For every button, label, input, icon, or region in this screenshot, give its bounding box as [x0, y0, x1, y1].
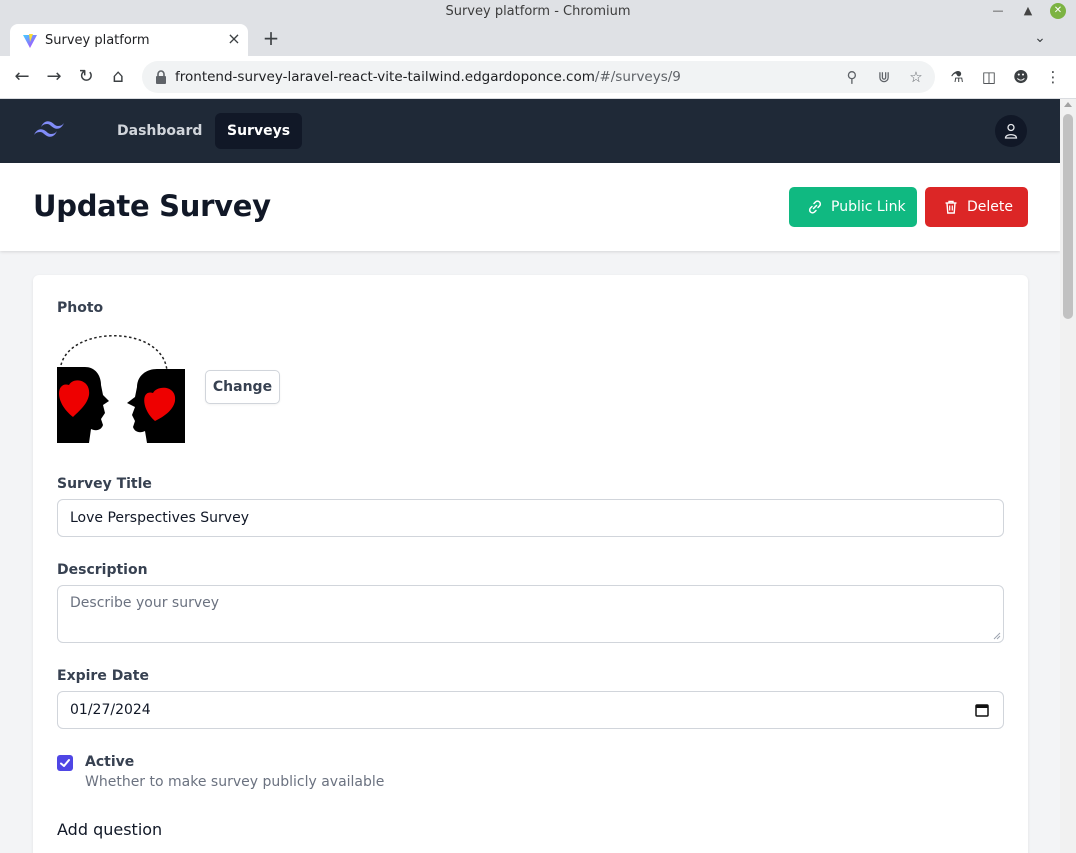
labs-flask-icon[interactable]: ⚗ [946, 66, 968, 88]
nav-surveys[interactable]: Surveys [215, 113, 303, 149]
tab-title: Survey platform [45, 33, 150, 48]
browser-tab[interactable]: Survey platform × [10, 24, 248, 56]
checkmark-icon [60, 759, 70, 767]
minimize-icon[interactable]: — [990, 3, 1006, 19]
new-tab-icon[interactable]: + [260, 27, 282, 49]
vite-favicon-icon [23, 34, 37, 48]
forward-icon[interactable]: → [42, 65, 66, 89]
trash-icon [945, 200, 957, 214]
survey-title-label: Survey Title [57, 476, 152, 492]
back-icon[interactable]: ← [10, 65, 34, 89]
lock-icon [156, 70, 166, 84]
active-help-text: Whether to make survey publicly availabl… [85, 774, 385, 790]
survey-form-card: Photo Change Survey Title Love Perspecti… [33, 275, 1028, 853]
description-placeholder: Describe your survey [70, 595, 220, 611]
address-bar[interactable]: frontend-survey-laravel-react-vite-tailw… [142, 61, 935, 93]
url-text[interactable]: frontend-survey-laravel-react-vite-tailw… [175, 69, 681, 85]
scroll-up-arrow-icon[interactable] [1064, 102, 1072, 107]
delete-button[interactable]: Delete [925, 187, 1028, 227]
browser-menu-icon[interactable]: ⋮ [1042, 66, 1064, 88]
add-question-heading: Add question [57, 820, 163, 839]
scrollbar-thumb[interactable] [1063, 114, 1073, 319]
bookmark-star-icon[interactable]: ☆ [907, 68, 925, 86]
photo-label: Photo [57, 300, 104, 316]
url-path: /#/surveys/9 [594, 69, 681, 85]
active-checkbox[interactable] [57, 755, 73, 771]
expire-date-input[interactable]: 01/27/2024 [57, 691, 1004, 729]
window-titlebar: Survey platform - Chromium — ▲ ✕ [0, 0, 1076, 22]
expire-date-label: Expire Date [57, 668, 149, 684]
window-title: Survey platform - Chromium [445, 4, 631, 19]
public-link-button[interactable]: Public Link [789, 187, 917, 227]
survey-photo [57, 331, 185, 443]
user-icon [1004, 123, 1018, 139]
delete-label: Delete [967, 199, 1013, 215]
maximize-icon[interactable]: ▲ [1020, 3, 1036, 19]
tab-close-icon[interactable]: × [224, 29, 244, 49]
app-navbar: Dashboard Surveys [0, 99, 1060, 163]
change-photo-button[interactable]: Change [205, 370, 280, 404]
expire-date-value: 01/27/2024 [70, 702, 151, 718]
share-icon[interactable]: ⋓ [875, 68, 893, 86]
description-label: Description [57, 562, 148, 578]
tab-strip: Survey platform × + ⌄ [0, 22, 1076, 56]
user-menu-button[interactable] [995, 115, 1027, 147]
page-scrollbar[interactable] [1060, 99, 1076, 853]
browser-toolbar: ← → ↻ ⌂ frontend-survey-laravel-react-vi… [0, 56, 1076, 99]
survey-title-input[interactable]: Love Perspectives Survey [57, 499, 1004, 537]
close-window-icon[interactable]: ✕ [1050, 3, 1066, 19]
home-icon[interactable]: ⌂ [106, 65, 130, 89]
tab-search-chevron-icon[interactable]: ⌄ [1030, 28, 1050, 48]
reload-icon[interactable]: ↻ [74, 65, 98, 89]
nav-dashboard[interactable]: Dashboard [105, 113, 214, 149]
profile-icon[interactable]: ☻ [1010, 66, 1032, 88]
page-header: Update Survey Public Link Delete [0, 163, 1060, 251]
page-viewport: Dashboard Surveys Update Survey Public L… [0, 99, 1060, 853]
page-title: Update Survey [33, 189, 271, 223]
resize-grip-icon[interactable] [993, 632, 1001, 640]
description-textarea[interactable]: Describe your survey [57, 585, 1004, 643]
public-link-label: Public Link [831, 199, 906, 215]
side-panel-icon[interactable]: ◫ [978, 66, 1000, 88]
calendar-icon[interactable] [975, 703, 989, 717]
tailwind-logo-icon[interactable] [32, 119, 66, 141]
active-label: Active [85, 754, 135, 770]
link-icon [808, 200, 822, 214]
url-host: frontend-survey-laravel-react-vite-tailw… [175, 69, 595, 85]
password-key-icon[interactable]: ⚲ [843, 68, 861, 86]
